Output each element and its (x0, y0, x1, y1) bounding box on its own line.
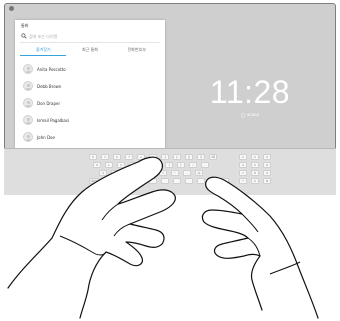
keyboard-key[interactable]: ㅠ (147, 170, 155, 176)
numpad-key[interactable]: 1 (239, 154, 247, 160)
numpad-key[interactable]: 8 (251, 170, 259, 176)
numpad-key[interactable]: 9 (263, 170, 271, 176)
status-bar (5, 4, 335, 15)
location-label: acano (195, 112, 305, 118)
right-hand-thumb (269, 261, 301, 275)
call-panel: 통화 즐겨찾기 최근 통화 전화번호부 Anita Poscotto Debb … (15, 20, 165, 162)
keyboard-key[interactable]: ㅑ (173, 154, 181, 160)
keyboard-key[interactable]: ㄱ (125, 154, 133, 160)
keyboard-key[interactable]: ㅏ (177, 162, 185, 168)
keyboard-key[interactable] (113, 178, 121, 184)
list-item[interactable]: Don Draper (21, 95, 161, 112)
keyboard-key[interactable] (149, 178, 157, 184)
search-icon (21, 33, 27, 39)
clock-time: 11:28 (209, 74, 291, 110)
keyboard-key[interactable] (221, 178, 229, 184)
avatar (23, 98, 33, 108)
keyboard-key[interactable] (161, 178, 169, 184)
contact-name: John Doe (37, 135, 55, 140)
keyboard-key[interactable]: ㅎ (141, 162, 149, 168)
keyboard-key[interactable] (209, 178, 217, 184)
numpad-key[interactable]: # (263, 178, 271, 184)
keyboard-key[interactable]: ㅇ (117, 162, 125, 168)
right-hand-outline (201, 176, 319, 319)
contact-name: Ismail Pagalbasi (37, 118, 70, 123)
search-input[interactable] (29, 33, 157, 40)
avatar (23, 115, 33, 125)
tab-recent[interactable]: 최근 통화 (67, 46, 114, 56)
keyboard-key[interactable]: ㅣ (189, 162, 197, 168)
contact-list: Anita Poscotto Debb Brown Don Draper Ism… (21, 61, 161, 162)
list-item[interactable]: Debb Brown (21, 78, 161, 95)
keyboard-key[interactable] (137, 178, 145, 184)
numpad-key[interactable]: 5 (251, 162, 259, 168)
keyboard-key[interactable]: ㅡ (171, 170, 179, 176)
left-hand-finger-line (101, 203, 119, 221)
keyboard-key[interactable]: ㅜ (159, 170, 167, 176)
keyboard-key[interactable]: ㅍ (135, 170, 143, 176)
keyboard-key[interactable]: ㅗ (153, 162, 161, 168)
keyboard-key[interactable] (197, 178, 205, 184)
keyboard-key[interactable]: ⌫ (209, 154, 217, 160)
on-screen-keyboard: ㅂㅈㄷㄱㅅㅛㅕㅑㅐㅔ ⌫ ㅁㄴㅇㄹㅎㅗㅓㅏㅣ. ㅋㅌㅊㅍㅠㅜㅡ, @123 1 2 3 4 5 6 7… (4, 148, 336, 195)
numpad-key[interactable]: 3 (263, 154, 271, 160)
tab-bar: 즐겨찾기 최근 통화 전화번호부 (20, 46, 160, 56)
keyboard-key[interactable]: ㄴ (105, 162, 113, 168)
keyboard-key[interactable]: @ (195, 170, 203, 176)
avatar (23, 64, 33, 74)
left-hand-finger-line (113, 223, 131, 237)
keyboard-key[interactable]: ㅓ (165, 162, 173, 168)
keyboard-key[interactable]: ㅈ (101, 154, 109, 160)
keyboard-key[interactable]: ㅐ (185, 154, 193, 160)
numpad-key[interactable]: 6 (263, 162, 271, 168)
right-hand-finger-line (241, 213, 259, 233)
keyboard-key[interactable]: ㄹ (129, 162, 137, 168)
list-item[interactable]: John Doe (21, 129, 161, 146)
keyboard-key[interactable]: ㅋ (99, 170, 107, 176)
contact-name: Don Draper (37, 101, 61, 106)
keyboard-key[interactable] (173, 178, 181, 184)
contact-name: Anita Poscotto (37, 67, 66, 72)
keyboard-key[interactable]: ㅊ (123, 170, 131, 176)
keyboard-key[interactable]: ㅂ (89, 154, 97, 160)
right-hand-finger-line (247, 237, 261, 257)
contact-name: Debb Brown (37, 84, 62, 89)
numpad-key[interactable]: * (239, 178, 247, 184)
location-text: acano (246, 112, 260, 117)
avatar (23, 81, 33, 91)
keyboard-key[interactable]: ㅔ (197, 154, 205, 160)
settings-icon[interactable] (9, 6, 14, 11)
keyboard-key[interactable]: ㅌ (111, 170, 119, 176)
avatar (23, 132, 33, 142)
keyboard-key[interactable]: . (201, 162, 209, 168)
location-pin-icon (240, 112, 245, 118)
keyboard-key[interactable]: 123 (89, 178, 99, 184)
panel-title: 통화 (21, 23, 29, 28)
keyboard-key[interactable]: ㅅ (137, 154, 145, 160)
keyboard-key[interactable]: ㅕ (161, 154, 169, 160)
keyboard-key[interactable]: ㅁ (93, 162, 101, 168)
list-item[interactable]: Ismail Pagalbasi (21, 112, 161, 129)
keyboard-key[interactable]: ㄷ (113, 154, 121, 160)
keyboard-key[interactable]: ㅛ (149, 154, 157, 160)
numpad-key[interactable]: 4 (239, 162, 247, 168)
left-hand-thumb (59, 235, 107, 256)
tab-directory[interactable]: 전화번호부 (113, 46, 160, 56)
search-bar[interactable] (20, 32, 160, 43)
keyboard-key[interactable] (101, 178, 109, 184)
active-tab-indicator (20, 55, 66, 56)
numpad-key[interactable]: 0 (251, 178, 259, 184)
list-item[interactable]: Anita Poscotto (21, 61, 161, 78)
numpad-key[interactable]: 2 (251, 154, 259, 160)
numpad-key[interactable]: 7 (239, 170, 247, 176)
keyboard-key[interactable]: , (183, 170, 191, 176)
keyboard-key[interactable] (185, 178, 193, 184)
keyboard-key[interactable] (125, 178, 133, 184)
